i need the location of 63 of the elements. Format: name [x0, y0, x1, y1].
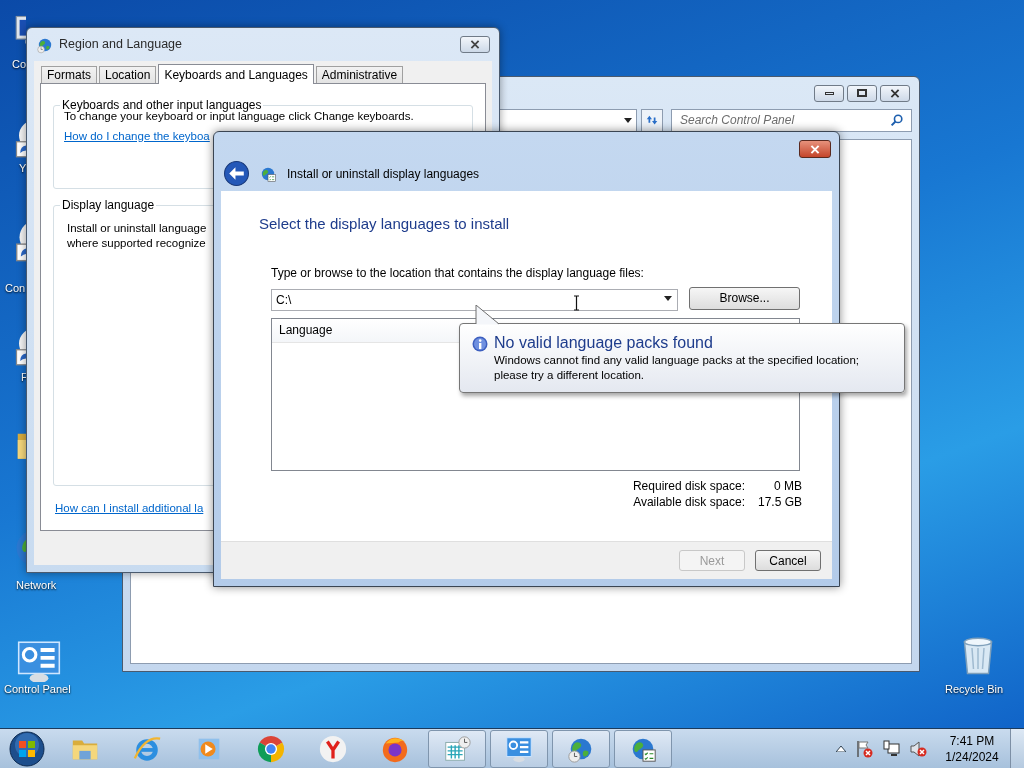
description-text: where supported recognize — [67, 236, 206, 251]
description-text: Install or uninstall language — [67, 221, 207, 236]
back-button[interactable] — [224, 161, 249, 186]
calendar-clock-icon — [442, 733, 472, 764]
y-logo-icon[interactable] — [318, 733, 348, 764]
show-hidden-icons-button[interactable] — [836, 745, 846, 752]
taskbar-button[interactable] — [428, 729, 486, 768]
window-title: Region and Language — [59, 36, 184, 54]
group-title: Display language — [61, 197, 156, 214]
balloon-title: No valid language packs found — [494, 333, 714, 352]
help-link[interactable]: How can I install additional la — [55, 502, 204, 514]
close-icon — [810, 144, 820, 154]
refresh-icon — [645, 113, 659, 127]
search-icon — [890, 113, 903, 127]
close-button[interactable] — [460, 36, 490, 53]
taskbar-button[interactable] — [552, 729, 610, 768]
browse-button[interactable]: Browse... — [689, 286, 800, 310]
disk-space-value: 17.5 GB — [756, 493, 802, 511]
tab[interactable]: Administrative — [315, 66, 404, 83]
text-cursor-icon — [573, 295, 580, 311]
clock-time: 7:41 PM — [949, 732, 995, 749]
close-icon — [890, 88, 900, 98]
search-field[interactable]: Search Control Panel — [671, 108, 912, 132]
main-instruction: Select the display languages to install — [259, 214, 511, 234]
tricolor-circle-icon[interactable] — [256, 733, 286, 764]
tab[interactable]: Keyboards and Languages — [158, 64, 314, 84]
taskbar-button[interactable] — [614, 729, 672, 768]
icon-label: Con — [5, 282, 26, 295]
info-icon — [472, 336, 488, 352]
maximize-button[interactable] — [847, 84, 877, 102]
icon-label: Y — [19, 162, 27, 175]
close-icon — [470, 40, 480, 49]
show-desktop-button[interactable] — [1010, 728, 1024, 768]
column-header[interactable]: Language — [272, 318, 340, 342]
close-button[interactable] — [880, 84, 910, 102]
dropdown-caret-icon[interactable] — [664, 296, 672, 301]
start-button[interactable] — [9, 730, 45, 767]
location-combo-box[interactable]: C:\ — [271, 289, 678, 311]
disk-space-value: 0 MB — [773, 477, 802, 495]
icon-label: Network — [16, 579, 57, 592]
group-title: Keyboards and other input languages — [61, 97, 263, 112]
network-icon[interactable] — [882, 739, 900, 758]
flag-icon[interactable] — [855, 739, 873, 758]
search-placeholder: Search Control Panel — [680, 112, 796, 129]
tab[interactable]: Location — [99, 66, 157, 83]
minimize-button[interactable] — [814, 84, 844, 102]
dialog-button[interactable]: Cancel — [755, 550, 821, 571]
field-label: Type or browse to the location that contains the display language files: — [271, 264, 645, 282]
close-button[interactable] — [799, 140, 831, 158]
disk-space-label: Available disk space: — [633, 493, 745, 511]
dialog-title: Install or uninstall display languages — [287, 165, 480, 183]
dropdown-caret-icon[interactable] — [624, 117, 632, 123]
clock-date: 1/24/2024 — [945, 748, 999, 765]
icon-label: Control Panel — [4, 683, 71, 696]
icon-label: Co — [12, 58, 27, 71]
taskbar-button[interactable] — [490, 729, 548, 768]
disk-space-label: Required disk space: — [632, 477, 745, 495]
tab[interactable]: Formats — [41, 66, 97, 83]
help-link[interactable]: How do I change the keyboa — [64, 130, 210, 142]
refresh-button[interactable] — [641, 108, 663, 132]
speaker-muted-icon[interactable] — [909, 739, 927, 758]
icon-label: Recycle Bin — [945, 683, 1004, 696]
clock[interactable]: 7:41 PM 1/24/2024 — [942, 732, 1002, 765]
